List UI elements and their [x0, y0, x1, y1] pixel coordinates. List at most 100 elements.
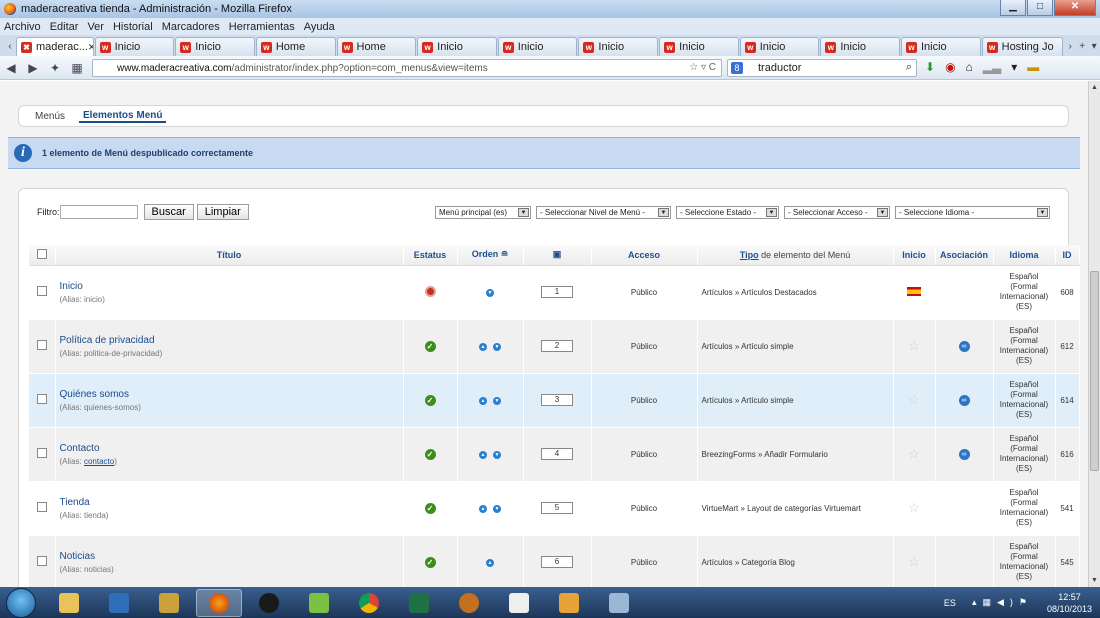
association-icon[interactable]: ∞	[958, 340, 970, 352]
published-check-icon[interactable]: ✓	[424, 340, 436, 352]
order-input[interactable]: 6	[541, 556, 573, 568]
signal-icon[interactable]: ▂▃	[983, 60, 1001, 74]
scroll-down-icon[interactable]: ▼	[1091, 577, 1098, 584]
taskbar-chrome[interactable]	[346, 589, 392, 617]
search-box[interactable]: 8 traductor ⌕	[727, 59, 917, 77]
tab-inicio[interactable]: w Inicio	[417, 37, 497, 56]
col-status[interactable]: Estatus	[403, 245, 458, 266]
tab-scroll-left-icon[interactable]: ‹	[4, 38, 16, 56]
row-checkbox[interactable]	[36, 448, 47, 458]
state-select[interactable]: - Seleccione Estado - ▼	[676, 206, 779, 219]
taskbar-app4[interactable]	[596, 589, 642, 617]
row-checkbox[interactable]	[36, 286, 47, 296]
tray-icons[interactable]: ▴▦◀)⚑	[972, 597, 1033, 608]
published-check-icon[interactable]: ✓	[424, 502, 436, 514]
page-scrollbar[interactable]: ▲ ▼	[1088, 81, 1100, 587]
home-icon[interactable]: ⌂	[966, 60, 973, 74]
minimize-button[interactable]: ▁	[1000, 0, 1026, 16]
spain-flag-icon[interactable]	[907, 286, 921, 296]
item-title-link[interactable]: Inicio	[60, 281, 403, 292]
taskbar-hp[interactable]	[246, 589, 292, 617]
scrollbar-thumb[interactable]	[1090, 271, 1099, 471]
taskbar-movistar[interactable]	[296, 589, 342, 617]
col-access[interactable]: Acceso	[591, 245, 698, 266]
tab-inicio[interactable]: w Inicio	[739, 37, 820, 56]
new-tab-icon[interactable]: +	[1076, 38, 1088, 56]
move-up-icon[interactable]: ▲	[479, 397, 487, 405]
star-icon[interactable]: ☆	[908, 500, 920, 515]
tab-maderacreativa[interactable]: ✖maderac...✕	[15, 37, 94, 56]
move-down-icon[interactable]: ▼	[493, 397, 501, 405]
item-title-link[interactable]: Noticias	[60, 551, 403, 562]
order-input[interactable]: 1	[541, 286, 573, 298]
order-input[interactable]: 3	[541, 394, 573, 406]
search-icon[interactable]: ⌕	[906, 61, 912, 74]
tab-close-icon[interactable]: ✕	[88, 42, 93, 53]
row-checkbox[interactable]	[36, 394, 47, 404]
move-down-icon[interactable]: ▼	[486, 289, 494, 297]
menu-herramientas[interactable]: Herramientas	[229, 21, 295, 33]
row-checkbox[interactable]	[36, 556, 47, 566]
taskbar-explorer[interactable]	[46, 589, 92, 617]
star-icon[interactable]: ☆	[908, 554, 920, 569]
star-icon[interactable]: ☆	[908, 392, 920, 407]
tab-inicio[interactable]: w Inicio	[578, 37, 659, 56]
col-home[interactable]: Inicio	[893, 245, 936, 266]
menu-historial[interactable]: Historial	[113, 21, 153, 33]
col-language[interactable]: Idioma	[993, 245, 1056, 266]
order-input[interactable]: 5	[541, 502, 573, 514]
menu-icon[interactable]: ▾	[1011, 60, 1017, 74]
tab-inicio[interactable]: w Inicio	[659, 37, 739, 56]
col-save-order[interactable]: ▣	[523, 245, 592, 266]
search-button[interactable]: Buscar	[143, 204, 194, 220]
association-icon[interactable]: ∞	[958, 448, 970, 460]
tab-inicio[interactable]: w Inicio	[94, 37, 175, 56]
star-icon[interactable]: ☆	[908, 338, 920, 353]
menu-editar[interactable]: Editar	[50, 21, 79, 33]
maximize-button[interactable]: □	[1027, 0, 1053, 16]
access-select[interactable]: - Seleccionar Acceso - ▼	[784, 206, 890, 219]
menu-marcadores[interactable]: Marcadores	[162, 21, 220, 33]
taskbar-app2[interactable]	[446, 589, 492, 617]
published-check-icon[interactable]: ✓	[424, 448, 436, 460]
move-up-icon[interactable]: ▲	[486, 559, 494, 567]
tab-inicio[interactable]: w Inicio	[175, 37, 255, 56]
menu-archivo[interactable]: Archivo	[4, 21, 41, 33]
tab-home[interactable]: w Home	[336, 37, 417, 56]
row-checkbox[interactable]	[36, 340, 47, 350]
clear-button[interactable]: Limpiar	[196, 204, 249, 220]
language-indicator[interactable]: ES	[944, 598, 956, 608]
address-bar[interactable]: www.maderacreativa.com/administrator/ind…	[92, 59, 722, 77]
tab-scroll-right-icon[interactable]: ›	[1064, 38, 1076, 56]
move-up-icon[interactable]: ▲	[479, 505, 487, 513]
move-down-icon[interactable]: ▼	[493, 451, 501, 459]
order-input[interactable]: 4	[541, 448, 573, 460]
published-check-icon[interactable]: ✓	[424, 556, 436, 568]
submenu-menu-items[interactable]: Elementos Menú	[79, 110, 167, 123]
level-select[interactable]: - Seleccionar Nivel de Menú - ▼	[536, 206, 671, 219]
tab-inicio[interactable]: w Inicio	[820, 37, 900, 56]
menu-select[interactable]: Menú principal (es) ▼	[435, 206, 531, 219]
tab-inicio[interactable]: w Inicio	[497, 37, 578, 56]
row-checkbox[interactable]	[36, 502, 47, 512]
menu-ver[interactable]: Ver	[87, 21, 104, 33]
col-association[interactable]: Asociación	[935, 245, 994, 266]
tab-groups-icon[interactable]: ▦	[66, 61, 88, 75]
clock[interactable]: 12:57 08/10/2013	[1047, 591, 1092, 615]
move-down-icon[interactable]: ▼	[493, 343, 501, 351]
submenu-menus[interactable]: Menús	[35, 111, 65, 122]
item-title-link[interactable]: Política de privacidad	[60, 335, 403, 346]
select-all-checkbox[interactable]	[36, 248, 47, 259]
col-title[interactable]: Título	[55, 245, 404, 266]
association-icon[interactable]: ∞	[958, 394, 970, 406]
scroll-up-icon[interactable]: ▲	[1091, 84, 1098, 91]
filter-input[interactable]	[59, 205, 138, 219]
tab-hosting[interactable]: w Hosting Jo	[981, 37, 1064, 56]
col-type-link[interactable]: Tipo	[740, 250, 759, 260]
forward-icon[interactable]: ▶	[22, 61, 44, 75]
bookmark-star-icon[interactable]: ☆ ▿ C	[689, 62, 716, 73]
tab-home[interactable]: w Home	[255, 37, 336, 56]
close-button[interactable]: ✕	[1054, 0, 1096, 16]
back-icon[interactable]: ◀	[0, 61, 22, 75]
addon-icon[interactable]: ✦	[44, 61, 66, 75]
